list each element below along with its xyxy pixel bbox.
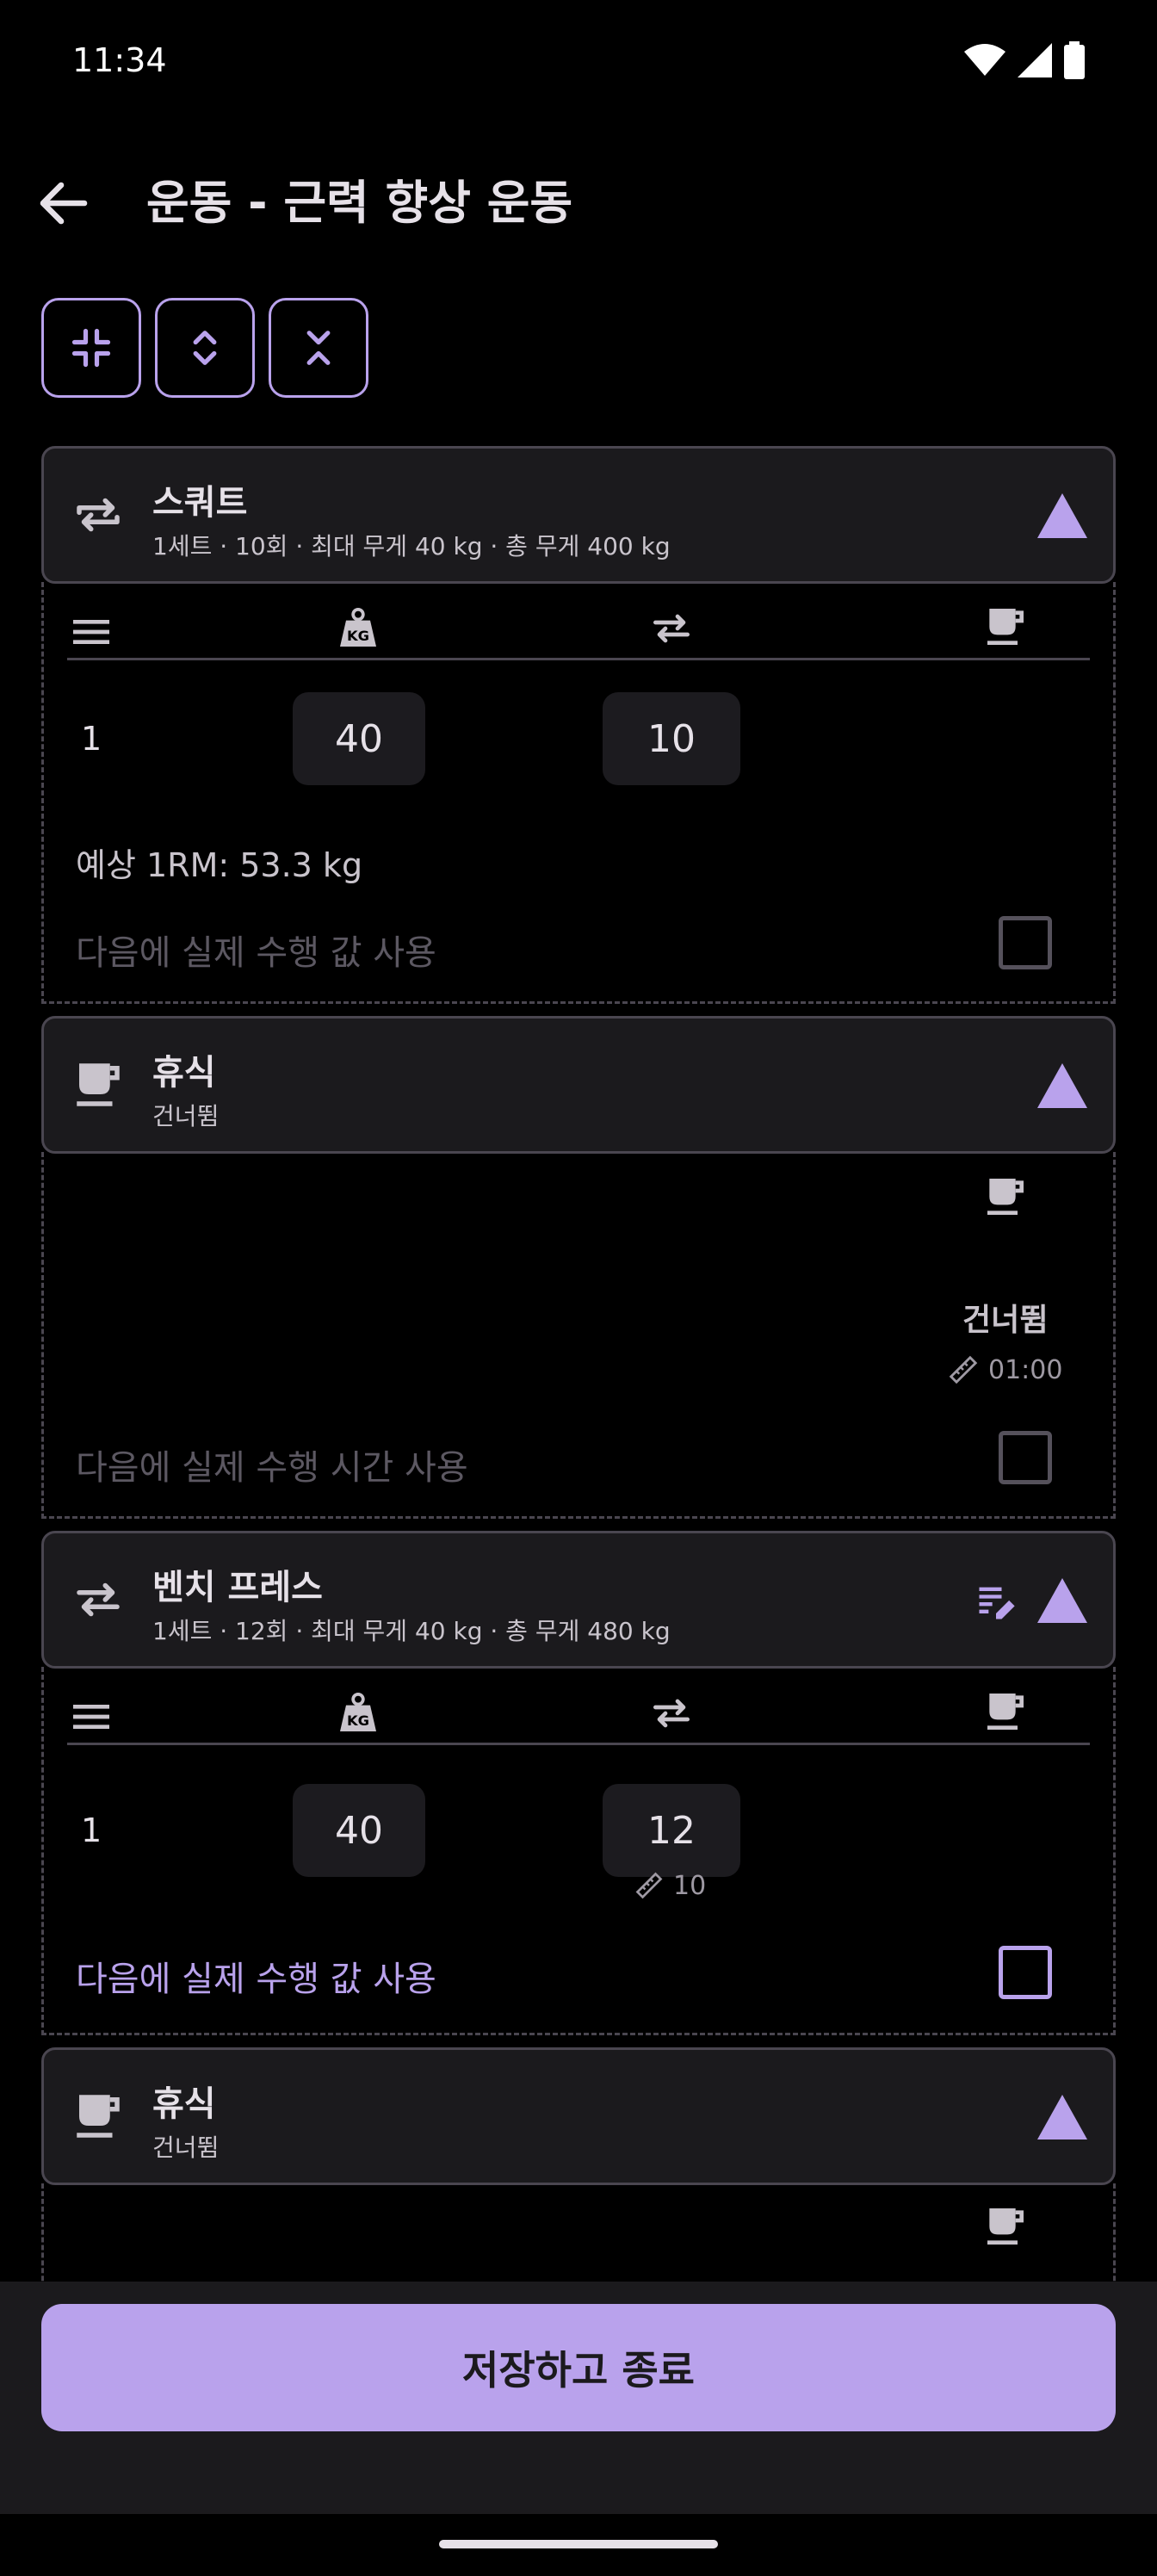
rest-duration-value: 01:00	[988, 1354, 1063, 1385]
divider	[67, 658, 1090, 660]
coffee-cup-icon	[987, 2208, 1024, 2245]
arrow-left-icon	[40, 182, 88, 225]
use-actual-values-checkbox[interactable]	[999, 1946, 1052, 1999]
collapse-triangle-icon[interactable]	[1036, 492, 1089, 540]
ruler-icon	[635, 1872, 663, 1899]
exercise-title: 벤치 프레스	[152, 1568, 323, 1607]
target-reps-value: 10	[673, 1870, 707, 1901]
rest-duration: 01:00	[947, 1353, 1062, 1386]
set-number: 1	[81, 1811, 102, 1849]
cellular-signal-icon	[1018, 43, 1052, 77]
exercise-card-bench-press[interactable]: 벤치 프레스 1세트 · 12회 · 최대 무게 40 kg · 총 무게 48…	[41, 1531, 1116, 1669]
expand-icon	[193, 331, 217, 365]
use-actual-values-label: 다음에 실제 수행 값 사용	[76, 933, 436, 973]
shrink-button[interactable]	[269, 298, 368, 398]
svg-text:KG: KG	[347, 1712, 369, 1729]
battery-icon	[1064, 41, 1085, 79]
set-number: 1	[81, 720, 102, 758]
rest-status: 건너뜀	[962, 1303, 1049, 1338]
coffee-cup-icon	[77, 2095, 120, 2138]
reps-input[interactable]: 10	[603, 692, 740, 785]
repeat-icon	[653, 614, 690, 643]
use-actual-time-checkbox[interactable]	[999, 1431, 1052, 1484]
repeat-icon	[77, 498, 120, 532]
coffee-cup-icon	[987, 1694, 1024, 1730]
rest-summary: 건너뜀	[152, 2133, 220, 2162]
coffee-cup-icon	[987, 1179, 1024, 1215]
target-reps: 10	[634, 1870, 706, 1901]
rest-card[interactable]: 휴식 건너뜀	[41, 1016, 1116, 1154]
wifi-icon	[964, 44, 1005, 76]
use-actual-values-checkbox[interactable]	[999, 916, 1052, 969]
coffee-cup-icon	[987, 609, 1024, 645]
menu-icon	[73, 620, 109, 644]
repeat-icon	[653, 1699, 690, 1728]
exercise-summary: 1세트 · 12회 · 최대 무게 40 kg · 총 무게 480 kg	[152, 1617, 671, 1645]
kg-weight-icon: KG	[340, 607, 376, 647]
save-and-exit-button[interactable]: 저장하고 종료	[41, 2304, 1116, 2431]
coffee-cup-icon	[77, 1063, 120, 1106]
collapse-triangle-icon[interactable]	[1036, 1062, 1089, 1110]
ruler-icon	[949, 1355, 978, 1384]
back-button[interactable]	[33, 172, 95, 234]
collapse-all-button[interactable]	[41, 298, 141, 398]
page-title: 운동 - 근력 향상 운동	[146, 176, 573, 230]
rest-title: 휴식	[152, 1053, 216, 1093]
home-indicator[interactable]	[439, 2540, 718, 2548]
estimated-1rm: 예상 1RM: 53.3 kg	[76, 846, 363, 884]
collapse-triangle-icon[interactable]	[1036, 1576, 1089, 1625]
rest-summary: 건너뜀	[152, 1102, 220, 1130]
repeat-icon	[77, 1582, 120, 1617]
divider	[67, 1743, 1090, 1745]
expand-button[interactable]	[155, 298, 255, 398]
exercise-card-squat[interactable]: 스쿼트 1세트 · 10회 · 최대 무게 40 kg · 총 무게 400 k…	[41, 446, 1116, 584]
menu-icon	[73, 1705, 109, 1729]
edit-note-icon[interactable]	[974, 1580, 1018, 1625]
weight-input[interactable]: 40	[293, 692, 425, 785]
shrink-icon	[306, 331, 331, 365]
exercise-summary: 1세트 · 10회 · 최대 무게 40 kg · 총 무게 400 kg	[152, 532, 671, 560]
weight-input[interactable]: 40	[293, 1784, 425, 1877]
status-icons	[964, 41, 1085, 79]
rest-title: 휴식	[152, 2084, 216, 2124]
kg-weight-icon: KG	[340, 1692, 376, 1731]
use-actual-time-label: 다음에 실제 수행 시간 사용	[76, 1448, 468, 1488]
status-time: 11:34	[72, 41, 167, 79]
exercise-title: 스쿼트	[152, 483, 248, 523]
reps-input[interactable]: 12	[603, 1784, 740, 1877]
collapse-all-icon	[71, 328, 111, 368]
rest-card[interactable]: 휴식 건너뜀	[41, 2047, 1116, 2185]
use-actual-values-label[interactable]: 다음에 실제 수행 값 사용	[76, 1951, 436, 2001]
svg-text:KG: KG	[347, 628, 369, 644]
collapse-triangle-icon[interactable]	[1036, 2093, 1089, 2141]
